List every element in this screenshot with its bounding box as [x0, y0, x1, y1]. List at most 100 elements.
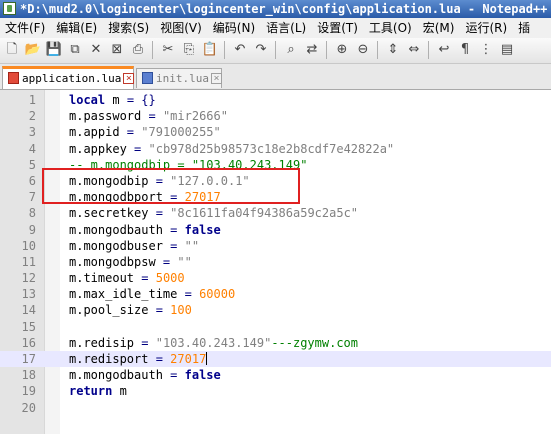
menu-item[interactable]: 视图(V) — [155, 18, 208, 38]
sync-horizontal-icon[interactable]: ⇔ — [405, 41, 423, 59]
code-line[interactable]: 11 m.mongodbpsw = "" — [0, 254, 551, 270]
cut-icon[interactable]: ✂ — [159, 41, 177, 59]
menu-item[interactable]: 文件(F) — [0, 18, 51, 38]
replace-icon[interactable]: ⇄ — [303, 41, 321, 59]
word-wrap-icon[interactable]: ↩ — [435, 41, 453, 59]
code-token: m.mongodbpsw — [69, 254, 163, 269]
code-line[interactable]: 17 m.redisport = 27017 — [0, 351, 551, 368]
menu-item[interactable]: 搜索(S) — [103, 18, 155, 38]
code-text: m.redisport = 27017 — [69, 351, 208, 367]
code-token: m — [105, 93, 127, 107]
code-token: "" — [177, 254, 192, 269]
tab-bar: application.lua × init.lua × — [0, 64, 551, 90]
menu-item[interactable]: 设置(T) — [312, 18, 364, 38]
code-text: m.secretkey = "8c1611fa04f94386a59c2a5c" — [69, 205, 358, 221]
line-number: 8 — [28, 206, 36, 221]
code-token: = — [155, 173, 163, 188]
open-file-icon[interactable]: 📂 — [24, 41, 42, 59]
code-line[interactable]: 19 return m — [0, 383, 551, 399]
code-line[interactable]: 13 m.max_idle_time = 60000 — [0, 286, 551, 302]
sync-vertical-icon[interactable]: ⇕ — [384, 41, 402, 59]
save-icon[interactable]: 💾 — [45, 41, 63, 59]
save-all-icon[interactable]: ⧉ — [66, 41, 84, 59]
code-line[interactable]: 1 local m = {} — [0, 92, 551, 108]
line-number: 11 — [21, 254, 36, 269]
code-line[interactable]: 3 m.appid = "791000255" — [0, 124, 551, 140]
new-file-icon[interactable]: 🗋 — [3, 41, 21, 59]
code-token: "791000255" — [141, 125, 221, 140]
zoom-in-icon[interactable]: ⊕ — [333, 41, 351, 59]
code-line[interactable]: 7 m.mongodbport = 27017 — [0, 189, 551, 205]
menu-item[interactable]: 运行(R) — [460, 18, 513, 38]
code-line[interactable]: 20 — [0, 400, 551, 416]
line-number: 16 — [21, 335, 36, 350]
menu-item[interactable]: 插 — [513, 18, 536, 38]
code-line[interactable]: 5 -- m.mongodbip = "103.40.243.149" — [0, 157, 551, 173]
menu-item[interactable]: 宏(M) — [418, 18, 461, 38]
title-bar: *D:\mud2.0\logincenter\logincenter_win\c… — [0, 0, 551, 18]
line-number: 18 — [21, 368, 36, 383]
tab-application-lua[interactable]: application.lua × — [2, 66, 135, 89]
code-text: m.max_idle_time = 60000 — [69, 286, 235, 302]
code-token: "cb978d25b98573c18e2b8cdf7e42822a" — [148, 141, 395, 156]
code-text: m.timeout = 5000 — [69, 270, 185, 286]
code-line[interactable]: 18 m.mongodbauth = false — [0, 367, 551, 383]
code-line[interactable]: 8 m.secretkey = "8c1611fa04f94386a59c2a5c… — [0, 205, 551, 221]
indent-guide-icon[interactable]: ⋮ — [477, 41, 495, 59]
zoom-out-icon[interactable]: ⊖ — [354, 41, 372, 59]
line-number: 15 — [21, 319, 36, 334]
toolbar: 🗋 📂 💾 ⧉ ✕ ⊠ ⎙ ✂ ⎘ 📋 ↶ ↷ ⌕ ⇄ ⊕ ⊖ ⇕ ⇔ ↩ ¶ ⋮ ▤ — [0, 38, 551, 64]
close-icon[interactable]: ✕ — [87, 41, 105, 59]
code-text: -- m.mongodbip = "103.40.243.149" — [69, 157, 307, 173]
code-token: m.mongodbauth — [69, 368, 171, 383]
code-text: m.mongodbauth = false — [69, 222, 221, 238]
line-number: 2 — [28, 109, 36, 124]
code-line[interactable]: 14 m.pool_size = 100 — [0, 302, 551, 318]
code-token: -- m.mongodbip = "103.40.243.149" — [69, 157, 308, 172]
copy-icon[interactable]: ⎘ — [180, 41, 198, 59]
menu-item[interactable]: 编码(N) — [208, 18, 261, 38]
code-token: false — [184, 368, 221, 383]
code-line[interactable]: 2 m.password = "mir2666" — [0, 108, 551, 124]
code-line[interactable]: 12 m.timeout = 5000 — [0, 270, 551, 286]
close-tab-icon[interactable]: × — [210, 73, 222, 84]
code-editor[interactable]: 1 local m = {} 2 m.password = "mir2666" 3 m.a… — [0, 90, 551, 434]
code-line[interactable]: 9 m.mongodbauth = false — [0, 222, 551, 238]
toolbar-separator — [377, 41, 378, 59]
code-token: m.password — [69, 109, 149, 124]
print-icon[interactable]: ⎙ — [129, 41, 147, 59]
toolbar-separator — [326, 41, 327, 59]
code-line[interactable]: 16 m.redisip = "103.40.243.149"---zgymw.c… — [0, 335, 551, 351]
paste-icon[interactable]: 📋 — [201, 41, 219, 59]
close-tab-icon[interactable]: × — [123, 73, 135, 84]
undo-icon[interactable]: ↶ — [231, 41, 249, 59]
code-token: m.mongodbuser — [69, 238, 171, 253]
redo-icon[interactable]: ↷ — [252, 41, 270, 59]
code-line[interactable]: 6 m.mongodbip = "127.0.0.1" — [0, 173, 551, 189]
menu-item[interactable]: 编辑(E) — [51, 18, 103, 38]
code-token: m.redisport — [69, 352, 156, 366]
code-token: m.timeout — [69, 271, 142, 286]
code-line[interactable]: 4 m.appkey = "cb978d25b98573c18e2b8cdf7e4… — [0, 141, 551, 157]
code-text: m.mongodbpsw = "" — [69, 254, 192, 270]
code-token: "mir2666" — [162, 109, 228, 124]
close-all-icon[interactable]: ⊠ — [108, 41, 126, 59]
find-icon[interactable]: ⌕ — [282, 41, 300, 59]
code-token: false — [184, 222, 221, 237]
code-line[interactable]: 15 — [0, 319, 551, 335]
menu-item[interactable]: 语言(L) — [261, 18, 312, 38]
saved-file-icon — [142, 72, 153, 84]
code-token: "127.0.0.1" — [170, 173, 250, 188]
tab-init-lua[interactable]: init.lua × — [136, 68, 222, 88]
menu-item[interactable]: 工具(O) — [364, 18, 418, 38]
window-title: *D:\mud2.0\logincenter\logincenter_win\c… — [20, 2, 551, 16]
document-map-icon[interactable]: ▤ — [498, 41, 516, 59]
show-all-chars-icon[interactable]: ¶ — [456, 41, 474, 59]
code-line[interactable]: 10 m.mongodbuser = "" — [0, 238, 551, 254]
line-number: 5 — [28, 157, 36, 172]
